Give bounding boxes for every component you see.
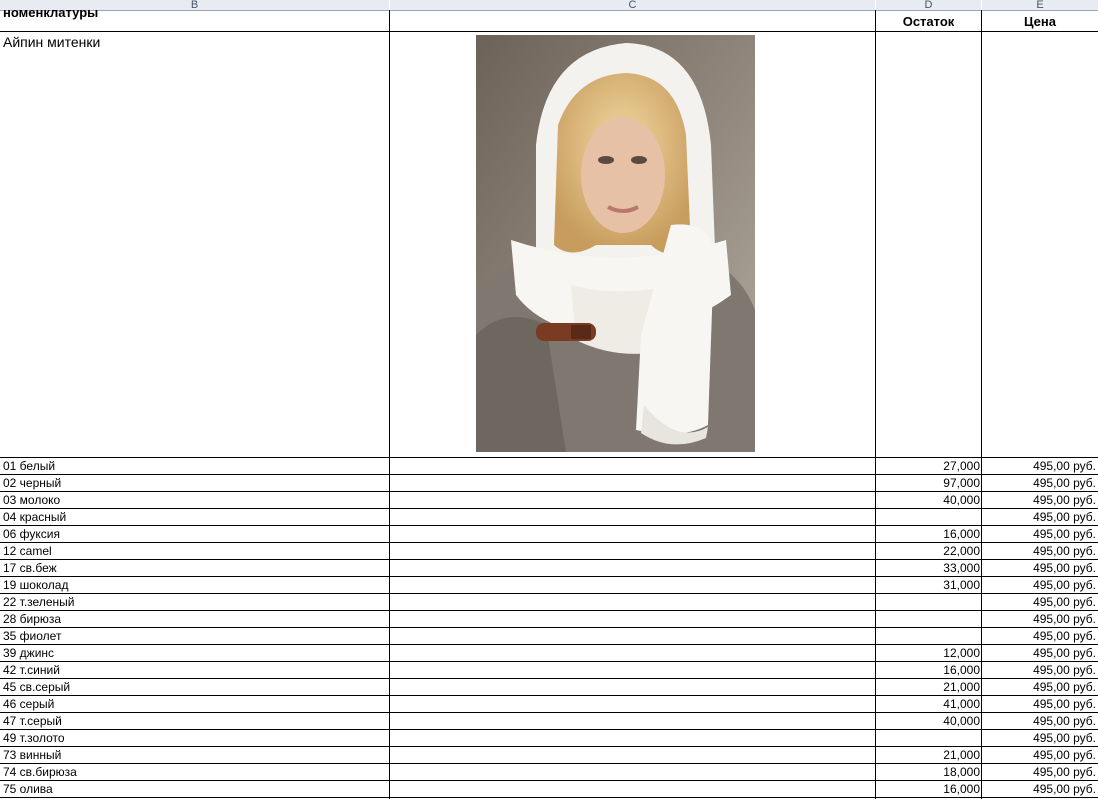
color-variant-cell[interactable]: 03 молоко (3, 492, 387, 508)
stock-cell[interactable]: 27,000 (876, 458, 980, 474)
color-variant-cell[interactable]: 46 серый (3, 696, 387, 712)
price-cell[interactable]: 495,00 руб. (982, 560, 1096, 576)
stock-cell[interactable]: 40,000 (876, 713, 980, 729)
stock-cell[interactable]: 16,000 (876, 781, 980, 797)
color-variant-cell[interactable]: 39 джинс (3, 645, 387, 661)
price-cell[interactable]: 495,00 руб. (982, 492, 1096, 508)
color-variant-cell[interactable]: 01 белый (3, 458, 387, 474)
price-cell[interactable]: 495,00 руб. (982, 730, 1096, 746)
column-header-c[interactable]: C (390, 0, 875, 11)
color-variant-cell[interactable]: 42 т.синий (3, 662, 387, 678)
price-cell[interactable]: 495,00 руб. (982, 747, 1096, 763)
price-cell[interactable]: 495,00 руб. (982, 662, 1096, 678)
grid-line-header (0, 31, 1098, 32)
color-variant-cell[interactable]: 02 черный (3, 475, 387, 491)
color-variant-cell[interactable]: 74 св.бирюза (3, 764, 387, 780)
price-cell[interactable]: 495,00 руб. (982, 696, 1096, 712)
stock-cell[interactable]: 16,000 (876, 662, 980, 678)
product-photo-image (476, 35, 755, 452)
stock-cell[interactable]: 31,000 (876, 577, 980, 593)
stock-cell[interactable]: 21,000 (876, 747, 980, 763)
header-cell-stock[interactable]: Остаток (876, 14, 981, 30)
price-cell[interactable]: 495,00 руб. (982, 577, 1096, 593)
product-photo[interactable] (476, 35, 755, 452)
color-variant-cell[interactable]: 19 шоколад (3, 577, 387, 593)
price-cell[interactable]: 495,00 руб. (982, 645, 1096, 661)
color-variant-cell[interactable]: 04 красный (3, 509, 387, 525)
color-variant-cell[interactable]: 22 т.зеленый (3, 594, 387, 610)
stock-cell[interactable]: 41,000 (876, 696, 980, 712)
stock-cell[interactable]: 22,000 (876, 543, 980, 559)
stock-cell[interactable]: 18,000 (876, 764, 980, 780)
price-cell[interactable]: 495,00 руб. (982, 679, 1096, 695)
spreadsheet: B C D E номенклатуры Остаток Цена Айпин … (0, 0, 1098, 799)
color-variant-cell[interactable]: 73 винный (3, 747, 387, 763)
price-cell[interactable]: 495,00 руб. (982, 764, 1096, 780)
column-header-d[interactable]: D (876, 0, 981, 11)
color-variant-cell[interactable]: 49 т.золото (3, 730, 387, 746)
stock-cell[interactable]: 33,000 (876, 560, 980, 576)
row-grid-line (0, 797, 1098, 798)
color-variant-cell[interactable]: 75 олива (3, 781, 387, 797)
color-variant-cell[interactable]: 28 бирюза (3, 611, 387, 627)
column-header-e[interactable]: E (982, 0, 1098, 11)
color-variant-cell[interactable]: 35 фиолет (3, 628, 387, 644)
stock-cell[interactable]: 21,000 (876, 679, 980, 695)
price-cell[interactable]: 495,00 руб. (982, 611, 1096, 627)
color-variant-cell[interactable]: 47 т.серый (3, 713, 387, 729)
price-cell[interactable]: 495,00 руб. (982, 628, 1096, 644)
price-cell[interactable]: 495,00 руб. (982, 509, 1096, 525)
price-cell[interactable]: 495,00 руб. (982, 594, 1096, 610)
color-variant-cell[interactable]: 45 св.серый (3, 679, 387, 695)
stock-cell[interactable]: 97,000 (876, 475, 980, 491)
price-cell[interactable]: 495,00 руб. (982, 475, 1096, 491)
product-name-cell[interactable]: Айпин митенки (3, 33, 387, 51)
stock-cell[interactable]: 40,000 (876, 492, 980, 508)
price-cell[interactable]: 495,00 руб. (982, 713, 1096, 729)
price-cell[interactable]: 495,00 руб. (982, 526, 1096, 542)
header-cell-name[interactable]: номенклатуры (3, 6, 387, 20)
price-cell[interactable]: 495,00 руб. (982, 543, 1096, 559)
color-variant-cell[interactable]: 17 св.беж (3, 560, 387, 576)
stock-cell[interactable]: 16,000 (876, 526, 980, 542)
price-cell[interactable]: 495,00 руб. (982, 781, 1096, 797)
color-variant-cell[interactable]: 12 camel (3, 543, 387, 559)
header-name-text: номенклатуры (3, 6, 99, 20)
stock-cell[interactable]: 12,000 (876, 645, 980, 661)
header-cell-price[interactable]: Цена (982, 14, 1098, 30)
price-cell[interactable]: 495,00 руб. (982, 458, 1096, 474)
grid-line-bc (389, 10, 390, 799)
color-variant-cell[interactable]: 06 фуксия (3, 526, 387, 542)
